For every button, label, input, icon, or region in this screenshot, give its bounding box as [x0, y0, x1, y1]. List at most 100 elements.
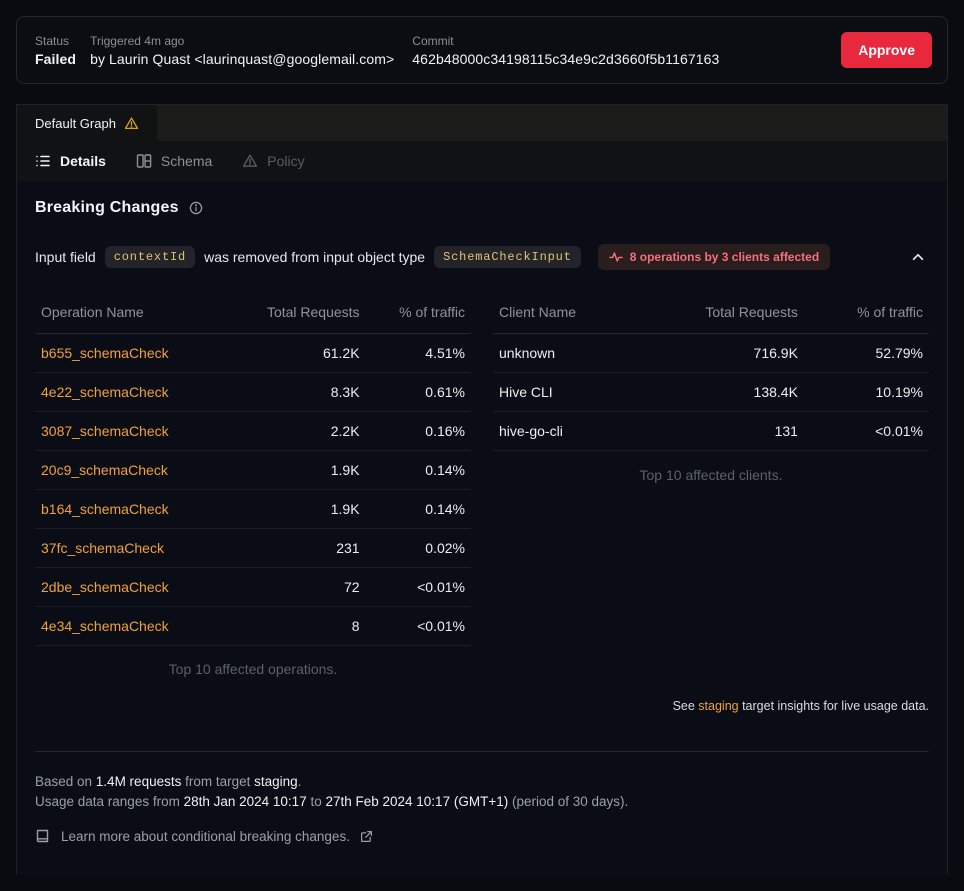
learn-more-link[interactable]: Learn more about conditional breaking ch… — [35, 828, 929, 844]
external-link-icon — [360, 830, 373, 843]
operation-link[interactable]: 3087_schemaCheck — [41, 423, 169, 439]
clients-caption: Top 10 affected clients. — [493, 467, 929, 483]
operation-link[interactable]: 37fc_schemaCheck — [41, 540, 164, 556]
tab-default-graph[interactable]: Default Graph — [17, 105, 157, 141]
total-requests-cell: 1.9K — [224, 490, 366, 529]
table-row: 20c9_schemaCheck 1.9K 0.14% — [35, 451, 471, 490]
tab-schema[interactable]: Schema — [136, 153, 212, 169]
operation-link[interactable]: b655_schemaCheck — [41, 345, 169, 361]
schema-icon — [136, 153, 152, 169]
request-count: 1.4M requests — [96, 774, 182, 789]
breaking-change-row: Input field contextId was removed from i… — [35, 244, 929, 270]
field-code-badge: contextId — [105, 246, 195, 268]
staging-target-link[interactable]: staging — [698, 699, 738, 713]
column-header-total-requests: Total Requests — [636, 292, 804, 334]
approve-button[interactable]: Approve — [841, 32, 932, 68]
total-requests-cell: 8 — [224, 607, 366, 646]
range-to-text: to — [307, 794, 326, 809]
tab-policy[interactable]: Policy — [242, 153, 304, 169]
warning-triangle-icon — [124, 116, 139, 131]
see-staging-line: See staging target insights for live usa… — [35, 699, 929, 713]
operation-link[interactable]: 4e22_schemaCheck — [41, 384, 169, 400]
range-text-before: Usage data ranges from — [35, 794, 184, 809]
total-requests-cell: 8.3K — [224, 373, 366, 412]
change-text-before: Input field — [35, 249, 96, 265]
operations-caption: Top 10 affected operations. — [35, 661, 471, 677]
tab-details-label: Details — [60, 153, 106, 169]
range-start-date: 28th Jan 2024 10:17 — [184, 794, 307, 809]
commit-block: Commit 462b48000c34198115c34e9c2d3660f5b… — [412, 34, 719, 67]
table-row: 4e34_schemaCheck 8 <0.01% — [35, 607, 471, 646]
schema-check-panel: Default Graph Details Schema Policy — [16, 104, 948, 875]
commit-label: Commit — [412, 34, 719, 48]
alert-triangle-icon — [242, 153, 258, 169]
table-row: b164_schemaCheck 1.9K 0.14% — [35, 490, 471, 529]
operations-table-col: Operation Name Total Requests % of traff… — [35, 292, 471, 677]
traffic-cell: 4.51% — [366, 334, 471, 373]
total-requests-cell: 716.9K — [636, 334, 804, 373]
status-label: Status — [35, 34, 76, 48]
traffic-cell: <0.01% — [366, 568, 471, 607]
operation-link[interactable]: 20c9_schemaCheck — [41, 462, 168, 478]
activity-pulse-icon — [609, 250, 623, 264]
info-icon[interactable] — [189, 201, 203, 215]
details-content: Breaking Changes Input field contextId w… — [17, 181, 947, 875]
operation-link[interactable]: 2dbe_schemaCheck — [41, 579, 169, 595]
graph-tab-strip: Default Graph — [17, 105, 947, 141]
based-on-text: Based on — [35, 774, 96, 789]
operation-link[interactable]: 4e34_schemaCheck — [41, 618, 169, 634]
book-icon — [35, 828, 51, 844]
traffic-cell: 0.14% — [366, 451, 471, 490]
status-block: Status Failed — [35, 34, 76, 67]
clients-table-col: Client Name Total Requests % of traffic … — [493, 292, 929, 483]
learn-more-label: Learn more about conditional breaking ch… — [61, 829, 350, 844]
column-header-traffic: % of traffic — [366, 292, 471, 334]
traffic-cell: 10.19% — [804, 373, 929, 412]
operations-table: Operation Name Total Requests % of traff… — [35, 292, 471, 646]
triggered-label: Triggered 4m ago — [90, 34, 394, 48]
column-header-traffic: % of traffic — [804, 292, 929, 334]
total-requests-cell: 1.9K — [224, 451, 366, 490]
client-name-cell: unknown — [493, 334, 636, 373]
commit-hash: 462b48000c34198115c34e9c2d3660f5b1167163 — [412, 51, 719, 67]
column-header-client-name: Client Name — [493, 292, 636, 334]
traffic-cell: 0.14% — [366, 490, 471, 529]
table-row: unknown 716.9K 52.79% — [493, 334, 929, 373]
total-requests-cell: 138.4K — [636, 373, 804, 412]
operations-header-row: Operation Name Total Requests % of traff… — [35, 292, 471, 334]
target-name: staging — [254, 774, 298, 789]
from-target-text: from target — [181, 774, 254, 789]
table-row: 2dbe_schemaCheck 72 <0.01% — [35, 568, 471, 607]
range-period-text: (period of 30 days). — [508, 794, 628, 809]
total-requests-cell: 61.2K — [224, 334, 366, 373]
based-on-line: Based on 1.4M requests from target stagi… — [35, 772, 929, 792]
impact-badge: 8 operations by 3 clients affected — [598, 244, 830, 270]
operation-link[interactable]: b164_schemaCheck — [41, 501, 169, 517]
tab-policy-label: Policy — [267, 153, 304, 169]
column-header-operation-name: Operation Name — [35, 292, 224, 334]
usage-footer: Based on 1.4M requests from target stagi… — [35, 772, 929, 812]
list-icon — [35, 153, 51, 169]
traffic-cell: <0.01% — [804, 412, 929, 451]
see-text-before: See — [673, 699, 699, 713]
traffic-cell: <0.01% — [366, 607, 471, 646]
tab-details[interactable]: Details — [35, 153, 106, 169]
page-title: Breaking Changes — [35, 199, 179, 217]
column-header-total-requests: Total Requests — [224, 292, 366, 334]
type-code-badge: SchemaCheckInput — [434, 246, 581, 268]
collapse-chevron-up-icon[interactable] — [907, 246, 929, 268]
total-requests-cell: 131 — [636, 412, 804, 451]
period-text: . — [298, 774, 302, 789]
date-range-line: Usage data ranges from 28th Jan 2024 10:… — [35, 792, 929, 812]
total-requests-cell: 72 — [224, 568, 366, 607]
traffic-cell: 0.61% — [366, 373, 471, 412]
subtab-row: Details Schema Policy — [17, 141, 947, 181]
table-row: 3087_schemaCheck 2.2K 0.16% — [35, 412, 471, 451]
impact-badge-label: 8 operations by 3 clients affected — [630, 250, 819, 264]
total-requests-cell: 231 — [224, 529, 366, 568]
client-name-cell: Hive CLI — [493, 373, 636, 412]
tab-schema-label: Schema — [161, 153, 212, 169]
check-status-card: Status Failed Triggered 4m ago by Laurin… — [16, 16, 948, 84]
triggered-block: Triggered 4m ago by Laurin Quast <laurin… — [90, 34, 394, 67]
client-name-cell: hive-go-cli — [493, 412, 636, 451]
